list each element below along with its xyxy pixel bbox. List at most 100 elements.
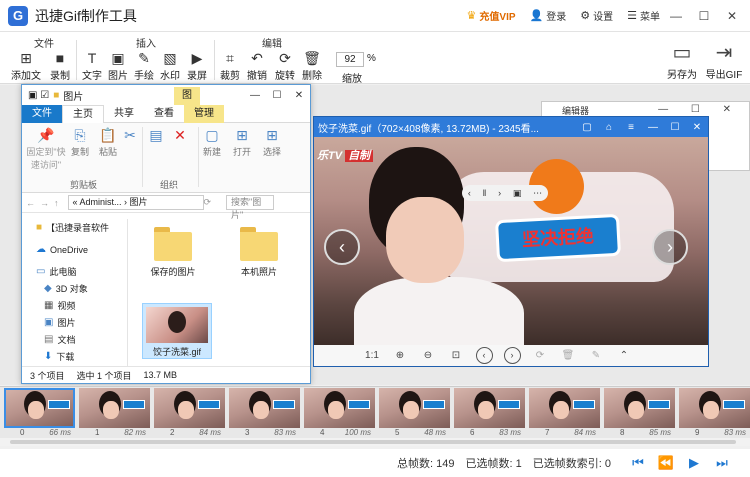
nav-item-recorder[interactable]: ■ 【迅捷录音软件 [22,219,127,236]
search-input[interactable]: 搜索"图片" [226,195,275,220]
play-icon[interactable]: ▶ [680,455,708,471]
pause-icon[interactable]: ‖ [483,188,487,198]
open-icon: ⊞ [236,127,248,143]
nav-item-3d-objects[interactable]: ◆ 3D 对象 [22,280,127,297]
zoom-in-icon[interactable]: ⊕ [386,350,414,361]
crop-button[interactable]: ⌗ 裁剪 [215,49,245,82]
select-button[interactable]: ⊞ 选择 [260,127,284,158]
nav-item-downloads[interactable]: ⬇ 下载 [22,348,127,365]
previous-image-button[interactable]: ‹ [324,229,360,265]
frame-thumbnail[interactable]: 3 83 ms [229,388,300,440]
pin-icon: 📌 [37,127,55,143]
prev-icon[interactable]: ‹ [468,188,471,198]
delete-icon[interactable]: 🗑 [554,350,582,361]
scrollbar-thumb[interactable] [10,440,736,444]
explorer-minimize-button[interactable]: — [244,90,266,101]
zoom-input[interactable]: 92 [336,52,364,67]
cut-button[interactable]: ✂ [122,127,138,145]
rotate-button[interactable]: ⟳ 旋转 [270,49,300,82]
file-gif[interactable]: 饺子洗菜.gif [142,303,212,359]
nav-item-onedrive[interactable]: ☁ OneDrive [22,241,127,258]
copy-button[interactable]: ⎘ 复制 [68,127,92,158]
minimize-button[interactable]: — [664,9,688,23]
open-button[interactable]: ⊞ 打开 [230,127,254,158]
undo-button[interactable]: ↶ 撤销 [242,49,272,82]
nav-item-documents[interactable]: ▤ 文档 [22,331,127,348]
frame-thumbnail[interactable]: 4 100 ms [304,388,375,440]
delete-file-button[interactable]: ✕ [170,127,190,145]
rotate-icon[interactable]: ⟳ [526,350,554,361]
save-as-button[interactable]: ▭ 另存为 [662,40,702,81]
next-icon[interactable]: › [498,188,501,198]
explorer-window[interactable]: ▣ ☑ ■ 图片 — ☐ ✕ 图 文件 主页 共享 查看 管理 📌 固定到"快 … [21,84,311,384]
next-image-button[interactable]: › [652,229,688,265]
nav-item-this-pc[interactable]: ▭ 此电脑 [22,263,127,280]
edit-icon[interactable]: ✎ [582,350,610,361]
viewer-skin-icon[interactable]: ⌂ [598,122,620,133]
frame-thumbnail[interactable]: 5 48 ms [379,388,450,440]
menu-button[interactable]: ☰ 菜单 [627,8,660,23]
frame-thumbnail[interactable]: 8 85 ms [604,388,675,440]
forward-arrow-icon[interactable]: → [40,198,49,208]
viewer-tool-icon[interactable]: ▢ [576,122,598,133]
viewer-close-button[interactable]: ✕ [686,122,708,133]
explorer-maximize-button[interactable]: ☐ [266,90,288,101]
previous-frame-icon[interactable]: ⏪ [652,455,680,471]
tab-home[interactable]: 主页 [62,104,104,123]
collapse-icon[interactable]: ⌃ [610,350,638,361]
refresh-icon[interactable]: ⟳ [204,197,212,208]
new-button[interactable]: ▢ 新建 [200,127,224,158]
tab-picture-tools[interactable]: 图 [174,87,200,105]
prev-circle-icon[interactable]: ‹ [470,347,498,364]
pin-quick-access-button[interactable]: 📌 固定到"快 速访问" [26,127,66,171]
zoom-out-icon[interactable]: ⊖ [414,350,442,361]
frame-thumbnail[interactable]: 2 84 ms [154,388,225,440]
up-arrow-icon[interactable]: ↑ [54,198,59,208]
frame-thumbnail[interactable]: 1 82 ms [79,388,150,440]
move-to-button[interactable]: ▤ [146,127,166,145]
frame-thumbnail[interactable]: 9 83 ms [679,388,750,440]
screen-record-button[interactable]: ▶ 录屏 [182,49,212,82]
tab-share[interactable]: 共享 [104,105,144,123]
last-frame-icon[interactable]: ⏭ [708,455,736,471]
actual-size-button[interactable]: 1:1 [358,350,386,361]
folder-saved-pictures[interactable]: 保存的图片 [138,227,208,278]
vip-button[interactable]: ♛ 充值VIP [467,8,516,23]
folder-camera-roll[interactable]: 本机照片 [224,227,294,278]
caption-sticker-mini [498,400,520,409]
save-icon[interactable]: ▣ [513,188,522,199]
login-button[interactable]: 👤 登录 [530,8,567,23]
first-frame-icon[interactable]: ⏮ [624,455,652,471]
record-button[interactable]: ■ 录制 [45,49,75,82]
watermark-button[interactable]: ▧ 水印 [155,49,185,82]
delete-button[interactable]: 🗑 删除 [297,49,327,82]
nav-item-videos[interactable]: ▦ 视频 [22,297,127,314]
fit-icon[interactable]: ⊡ [442,350,470,361]
viewer-minimize-button[interactable]: — [642,122,664,133]
editor-window-controls[interactable]: — ☐ ✕ [658,104,741,115]
viewer-menu-icon[interactable]: ≡ [620,122,642,133]
explorer-close-button[interactable]: ✕ [288,90,310,101]
next-circle-icon[interactable]: › [498,347,526,364]
quick-access-icon[interactable]: ▣ ☑ [28,90,49,101]
mini-playback-controls[interactable]: ‹ ‖ › ▣ ⋯ [462,185,548,201]
filmstrip-scrollbar[interactable] [0,438,750,446]
nav-item-pictures[interactable]: ▣ 图片 [22,314,127,331]
close-button[interactable]: ✕ [720,9,744,23]
frame-thumbnail[interactable]: 7 84 ms [529,388,600,440]
image-viewer-window[interactable]: 饺子洗菜.gif（702×408像素, 13.72MB) - 2345看... … [313,116,709,367]
back-arrow-icon[interactable]: ← [26,198,35,208]
tab-file[interactable]: 文件 [22,104,62,123]
maximize-button[interactable]: ☐ [692,9,716,23]
frame-thumbnail[interactable]: 6 83 ms [454,388,525,440]
tab-view[interactable]: 查看 [144,105,184,123]
export-gif-button[interactable]: ⇥ 导出GIF [704,40,744,81]
tab-manage[interactable]: 管理 [184,104,224,123]
address-path[interactable]: « Administ... › 图片 [67,195,204,210]
settings-button[interactable]: ⚙ 设置 [580,8,613,23]
frame-thumbnail[interactable]: 0 66 ms [4,388,75,440]
more-icon[interactable]: ⋯ [533,188,542,199]
title-bar: G 迅捷Gif制作工具 ♛ 充值VIP 👤 登录 ⚙ 设置 ☰ 菜单 — ☐ ✕ [0,0,750,32]
viewer-maximize-button[interactable]: ☐ [664,122,686,133]
paste-button[interactable]: 📋 粘贴 [96,127,120,158]
